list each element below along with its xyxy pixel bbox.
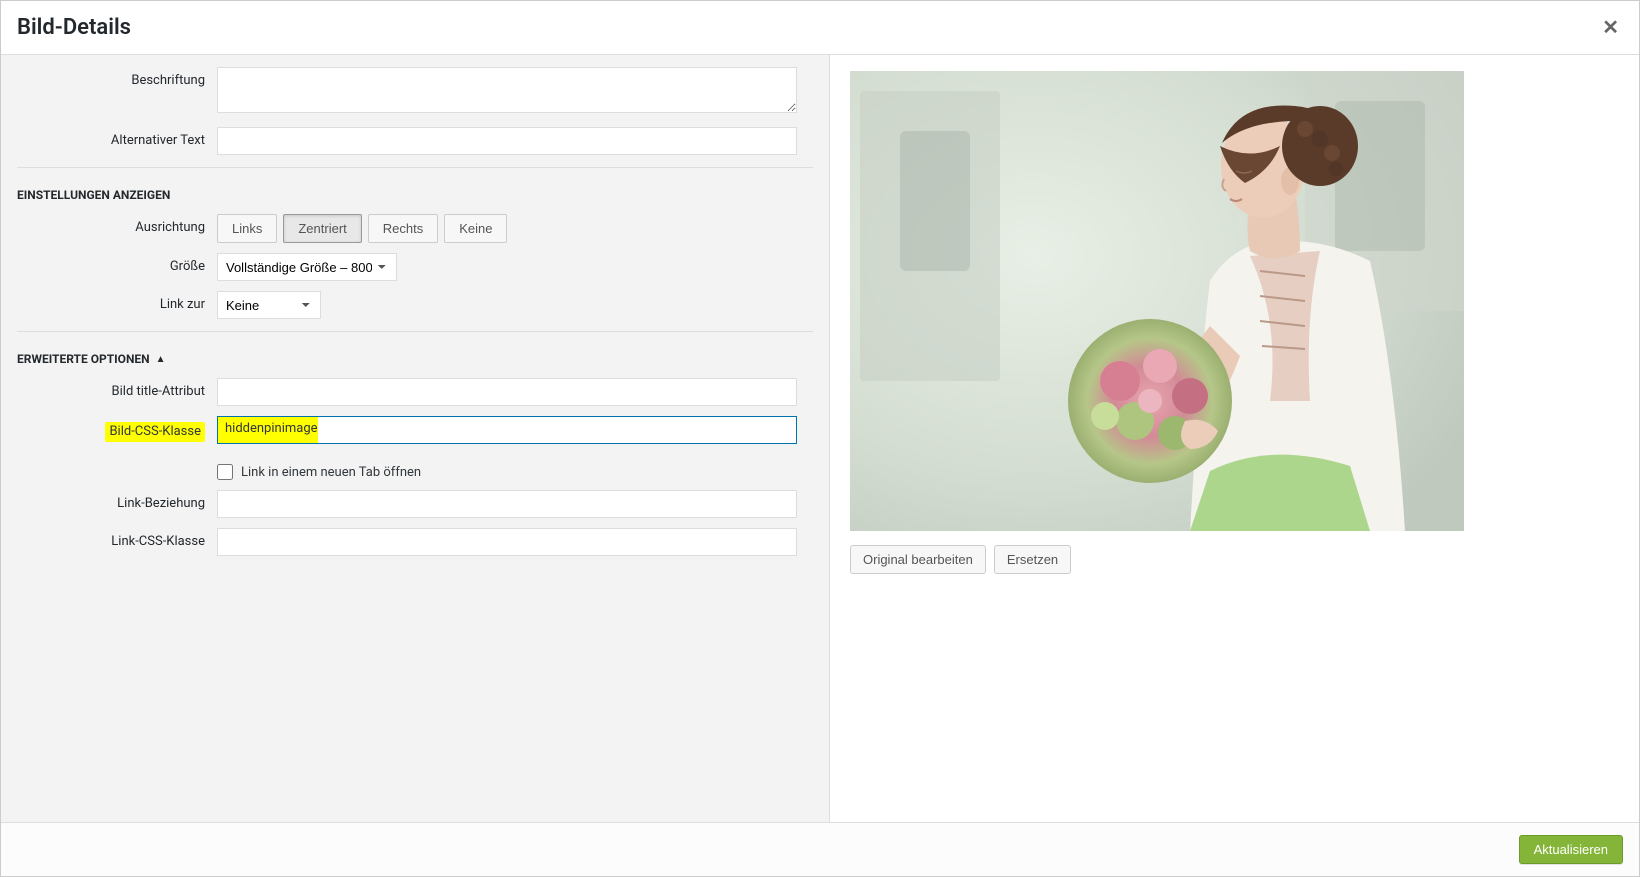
image-preview xyxy=(850,71,1464,531)
link-rel-label: Link-Beziehung xyxy=(17,490,217,511)
css-class-label: Bild-CSS-Klasse xyxy=(105,422,205,442)
link-rel-row: Link-Beziehung xyxy=(1,490,829,518)
preview-column: Original bearbeiten Ersetzen xyxy=(830,55,1639,822)
edit-original-button[interactable]: Original bearbeiten xyxy=(850,545,986,574)
modal-footer: Aktualisieren xyxy=(1,822,1639,876)
title-attribute-row: Bild title-Attribut xyxy=(1,378,829,406)
align-left-button[interactable]: Links xyxy=(217,214,277,243)
link-to-row: Link zur Keine xyxy=(1,291,829,319)
caret-up-icon: ▲ xyxy=(156,354,166,365)
align-none-button[interactable]: Keine xyxy=(444,214,507,243)
link-to-select[interactable]: Keine xyxy=(217,291,321,319)
title-attribute-label: Bild title-Attribut xyxy=(17,378,217,399)
alignment-row: Ausrichtung Links Zentriert Rechts Keine xyxy=(1,214,829,243)
open-new-tab-checkbox-label[interactable]: Link in einem neuen Tab öffnen xyxy=(217,464,797,480)
align-center-button[interactable]: Zentriert xyxy=(283,214,361,243)
alt-text-row: Alternativer Text xyxy=(1,127,829,155)
alt-text-input[interactable] xyxy=(217,127,797,155)
link-rel-input[interactable] xyxy=(217,490,797,518)
link-css-input[interactable] xyxy=(217,528,797,556)
modal-title: Bild-Details xyxy=(17,15,131,40)
alt-text-label: Alternativer Text xyxy=(17,127,217,148)
caption-input[interactable] xyxy=(217,67,797,113)
modal-header: Bild-Details ✕ xyxy=(1,1,1639,55)
update-button[interactable]: Aktualisieren xyxy=(1519,835,1623,864)
preview-actions: Original bearbeiten Ersetzen xyxy=(850,545,1619,574)
link-to-label: Link zur xyxy=(17,291,217,312)
alignment-label: Ausrichtung xyxy=(17,214,217,235)
close-button[interactable]: ✕ xyxy=(1598,11,1623,44)
new-tab-row: Link in einem neuen Tab öffnen xyxy=(1,464,829,480)
size-row: Größe Vollständige Größe – 800 × 600 xyxy=(1,253,829,281)
replace-button[interactable]: Ersetzen xyxy=(994,545,1071,574)
align-right-button[interactable]: Rechts xyxy=(368,214,438,243)
link-css-row: Link-CSS-Klasse xyxy=(1,528,829,556)
advanced-options-toggle[interactable]: ERWEITERTE OPTIONEN ▲ xyxy=(1,344,829,378)
close-icon: ✕ xyxy=(1602,17,1619,39)
divider xyxy=(17,331,813,332)
link-css-label: Link-CSS-Klasse xyxy=(17,528,217,549)
size-label: Größe xyxy=(17,253,217,274)
modal-body: Beschriftung Alternativer Text EINSTELLU… xyxy=(1,55,1639,822)
size-select[interactable]: Vollständige Größe – 800 × 600 xyxy=(217,253,397,281)
divider xyxy=(17,167,813,168)
css-class-row: Bild-CSS-Klasse hiddenpinimage xyxy=(1,416,829,444)
caption-label: Beschriftung xyxy=(17,67,217,88)
css-class-input[interactable] xyxy=(217,416,797,444)
display-settings-heading: EINSTELLUNGEN ANZEIGEN xyxy=(1,180,829,214)
title-attribute-input[interactable] xyxy=(217,378,797,406)
alignment-button-group: Links Zentriert Rechts Keine xyxy=(217,214,797,243)
settings-column: Beschriftung Alternativer Text EINSTELLU… xyxy=(1,55,830,822)
open-new-tab-checkbox[interactable] xyxy=(217,464,233,480)
caption-row: Beschriftung xyxy=(1,67,829,117)
